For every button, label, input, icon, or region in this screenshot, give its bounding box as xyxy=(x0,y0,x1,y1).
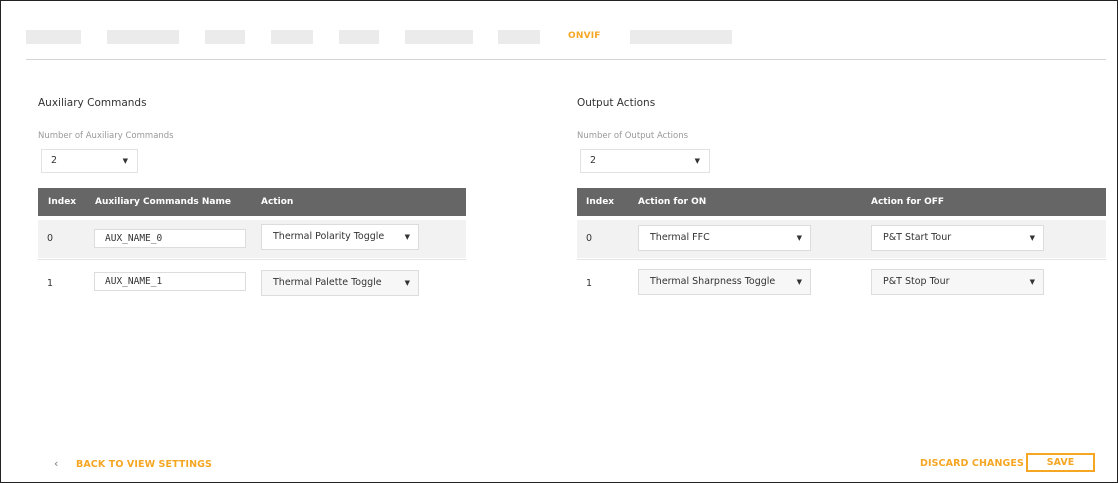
caret-down-icon: ▼ xyxy=(404,233,410,241)
aux-col-action: Action xyxy=(261,197,294,207)
tab-placeholder[interactable] xyxy=(107,30,179,44)
aux-row-index: 1 xyxy=(47,278,54,289)
settings-panel: ONVIF Auxiliary Commands Number of Auxil… xyxy=(0,0,1118,483)
discard-changes-button[interactable]: DISCARD CHANGES xyxy=(920,458,1024,469)
tab-bar: ONVIF xyxy=(26,30,1106,44)
aux-col-index: Index xyxy=(48,197,77,207)
output-row-index: 1 xyxy=(586,278,593,289)
aux-count-value: 2 xyxy=(51,155,58,166)
output-on-select[interactable]: Thermal Sharpness Toggle ▼ xyxy=(638,269,811,295)
output-row-index: 0 xyxy=(586,233,593,244)
tab-placeholder[interactable] xyxy=(271,30,313,44)
output-count-value: 2 xyxy=(590,155,597,166)
output-on-value: Thermal Sharpness Toggle xyxy=(650,276,776,287)
output-col-index: Index xyxy=(586,197,615,207)
back-to-view-settings-link[interactable]: BACK TO VIEW SETTINGS xyxy=(76,459,212,470)
output-section-title: Output Actions xyxy=(577,97,656,109)
caret-down-icon: ▼ xyxy=(1029,278,1035,286)
aux-action-select[interactable]: Thermal Palette Toggle ▼ xyxy=(261,270,419,296)
aux-action-select[interactable]: Thermal Polarity Toggle ▼ xyxy=(261,224,419,250)
output-count-select[interactable]: 2 ▼ xyxy=(580,149,710,173)
aux-row-index: 0 xyxy=(47,233,54,244)
output-col-off: Action for OFF xyxy=(871,197,945,207)
aux-action-value: Thermal Polarity Toggle xyxy=(273,231,385,242)
row-divider xyxy=(577,259,1106,260)
caret-down-icon: ▼ xyxy=(404,279,410,287)
tab-placeholder[interactable] xyxy=(630,30,732,44)
output-on-value: Thermal FFC xyxy=(650,232,710,243)
tab-placeholder[interactable] xyxy=(498,30,540,44)
output-off-value: P&T Start Tour xyxy=(883,232,952,243)
aux-count-select[interactable]: 2 ▼ xyxy=(41,149,138,173)
caret-down-icon: ▼ xyxy=(796,234,802,242)
output-col-on: Action for ON xyxy=(638,197,707,207)
aux-name-input[interactable]: AUX_NAME_0 xyxy=(94,229,246,248)
caret-down-icon: ▼ xyxy=(122,157,128,165)
save-button[interactable]: SAVE xyxy=(1026,453,1095,472)
caret-down-icon: ▼ xyxy=(796,278,802,286)
output-off-select[interactable]: P&T Start Tour ▼ xyxy=(871,225,1044,251)
aux-section-title: Auxiliary Commands xyxy=(38,97,147,109)
aux-table-header: Index Auxiliary Commands Name Action xyxy=(38,188,466,216)
aux-name-input[interactable]: AUX_NAME_1 xyxy=(94,272,246,291)
chevron-left-icon[interactable]: ‹ xyxy=(54,457,58,470)
row-divider xyxy=(38,259,466,260)
caret-down-icon: ▼ xyxy=(1029,234,1035,242)
tab-divider xyxy=(26,59,1106,60)
tab-onvif[interactable]: ONVIF xyxy=(568,31,601,41)
output-table-header: Index Action for ON Action for OFF xyxy=(577,188,1106,216)
tab-placeholder[interactable] xyxy=(405,30,473,44)
tab-placeholder[interactable] xyxy=(205,30,245,44)
caret-down-icon: ▼ xyxy=(694,157,700,165)
aux-col-name: Auxiliary Commands Name xyxy=(95,197,231,207)
tab-placeholder[interactable] xyxy=(26,30,81,44)
aux-count-label: Number of Auxiliary Commands xyxy=(38,131,174,141)
aux-action-value: Thermal Palette Toggle xyxy=(273,277,382,288)
output-off-value: P&T Stop Tour xyxy=(883,276,950,287)
tab-placeholder[interactable] xyxy=(339,30,379,44)
output-on-select[interactable]: Thermal FFC ▼ xyxy=(638,225,811,251)
output-off-select[interactable]: P&T Stop Tour ▼ xyxy=(871,269,1044,295)
output-count-label: Number of Output Actions xyxy=(577,131,689,141)
